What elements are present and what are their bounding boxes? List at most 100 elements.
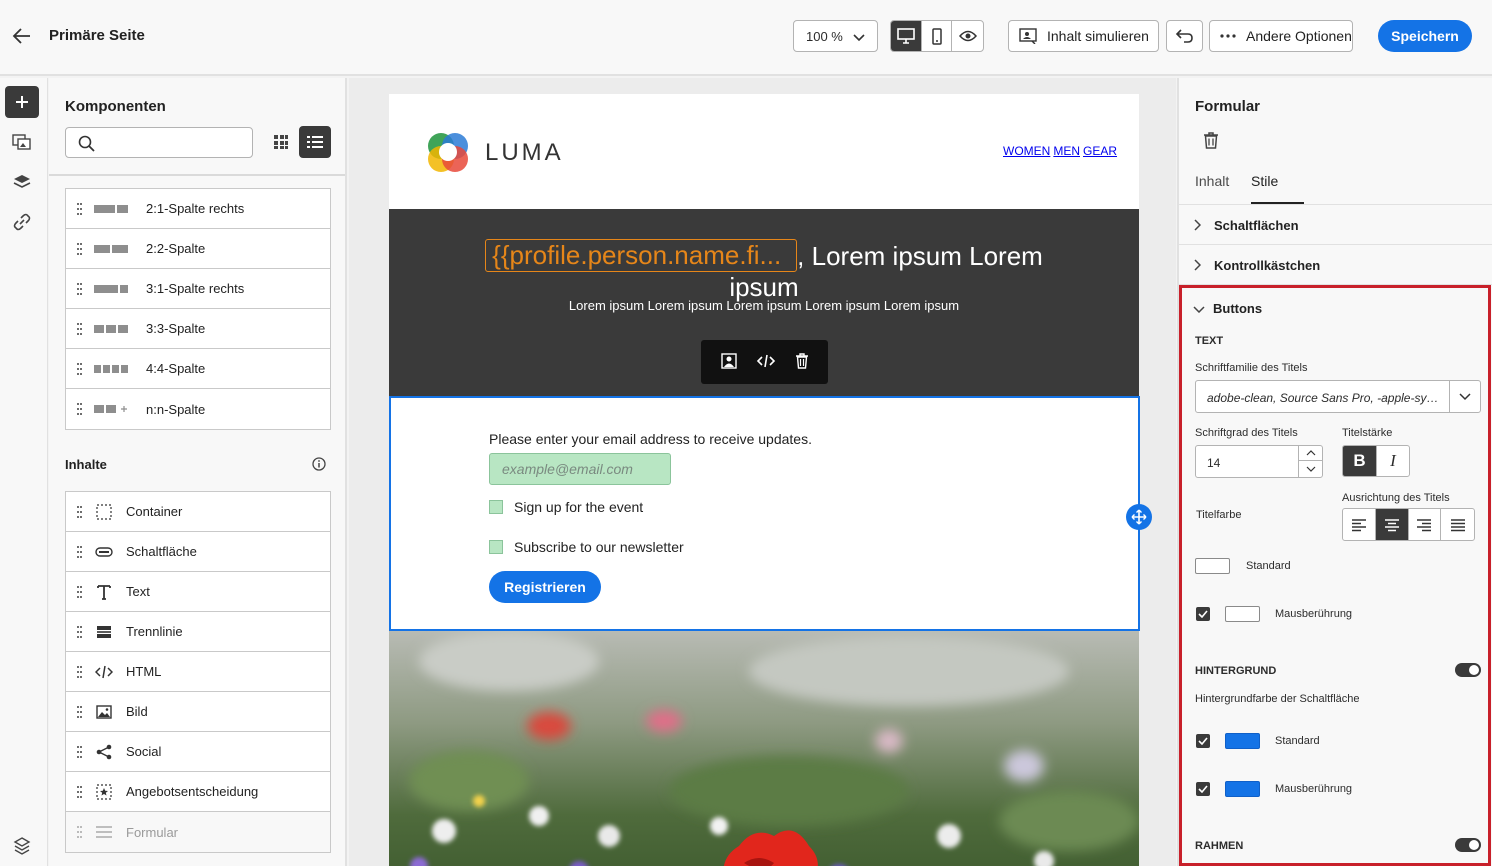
bg-standard-checkbox[interactable] bbox=[1196, 734, 1210, 748]
drag-handle-icon[interactable] bbox=[77, 666, 82, 678]
panel-title: Formular bbox=[1195, 98, 1261, 115]
hover-checkbox[interactable] bbox=[1196, 607, 1210, 621]
personalize-icon[interactable] bbox=[720, 352, 737, 372]
form-icon bbox=[94, 824, 114, 840]
accordion-buttons-2[interactable]: Buttons bbox=[1179, 288, 1492, 328]
component-item[interactable]: HTML bbox=[66, 652, 330, 692]
drag-handle-icon[interactable] bbox=[77, 746, 82, 758]
desktop-view-button[interactable] bbox=[891, 21, 922, 51]
component-item[interactable]: n:n-Spalte bbox=[66, 389, 330, 429]
email-preview: LUMA WOMEN MEN GEAR {{profile.person.name.… bbox=[389, 94, 1152, 866]
trash-icon[interactable] bbox=[1203, 132, 1219, 152]
form-block[interactable]: Please enter your email address to recei… bbox=[389, 396, 1152, 631]
component-item[interactable]: Angebotsentscheidung bbox=[66, 772, 330, 812]
align-justify-icon[interactable] bbox=[1441, 509, 1474, 540]
accordion-buttons-1[interactable]: Schaltflächen bbox=[1179, 205, 1492, 245]
increment-icon[interactable] bbox=[1299, 446, 1322, 461]
bg-color-standard-swatch[interactable] bbox=[1225, 733, 1260, 749]
drag-handle-icon[interactable] bbox=[77, 546, 82, 558]
title-color-hover-swatch[interactable] bbox=[1225, 606, 1260, 622]
drag-handle-icon[interactable] bbox=[77, 626, 82, 638]
zoom-select[interactable]: 100 % bbox=[793, 20, 878, 52]
event-checkbox-row[interactable]: Sign up for the event bbox=[489, 499, 643, 515]
background-toggle[interactable] bbox=[1455, 663, 1481, 677]
drag-handle-icon[interactable] bbox=[77, 786, 82, 798]
bold-button[interactable]: B bbox=[1343, 446, 1376, 476]
flower-image[interactable] bbox=[389, 631, 1139, 866]
bg-hover-checkbox[interactable] bbox=[1196, 782, 1210, 796]
component-item[interactable]: 4:4-Spalte bbox=[66, 349, 330, 389]
component-item[interactable]: Bild bbox=[66, 692, 330, 732]
component-item[interactable]: Trennlinie bbox=[66, 612, 330, 652]
align-right-icon[interactable] bbox=[1409, 509, 1442, 540]
component-item[interactable]: 2:2-Spalte bbox=[66, 229, 330, 269]
add-components-button[interactable] bbox=[5, 86, 39, 118]
more-options-button[interactable]: Andere Optionen bbox=[1209, 20, 1353, 52]
hero-photo bbox=[389, 631, 1139, 866]
checkbox[interactable] bbox=[489, 540, 503, 554]
register-button[interactable]: Registrieren bbox=[489, 571, 601, 603]
component-item[interactable]: Container bbox=[66, 492, 330, 532]
font-size-stepper[interactable]: 14 bbox=[1195, 445, 1323, 478]
email-header[interactable]: LUMA WOMEN MEN GEAR bbox=[389, 94, 1139, 209]
links-button[interactable] bbox=[5, 206, 39, 238]
preview-button[interactable] bbox=[952, 21, 983, 51]
component-item[interactable]: Schaltfläche bbox=[66, 532, 330, 572]
email-field[interactable]: example@email.com bbox=[489, 453, 671, 485]
save-button[interactable]: Speichern bbox=[1378, 20, 1472, 52]
search-input[interactable] bbox=[65, 127, 253, 158]
undo-button[interactable] bbox=[1166, 20, 1203, 52]
nav-link[interactable]: MEN bbox=[1053, 144, 1080, 158]
drag-handle-icon[interactable] bbox=[77, 363, 82, 375]
bottom-layers-button[interactable] bbox=[5, 830, 39, 862]
drag-handle-icon[interactable] bbox=[77, 586, 82, 598]
decrement-icon[interactable] bbox=[1299, 461, 1322, 476]
email-canvas: LUMA WOMEN MEN GEAR {{profile.person.name.… bbox=[349, 78, 1176, 866]
component-item[interactable]: 2:1-Spalte rechts bbox=[66, 189, 330, 229]
drag-handle-icon[interactable] bbox=[77, 323, 82, 335]
back-arrow-icon[interactable] bbox=[10, 24, 36, 48]
nav-link[interactable]: WOMEN bbox=[1003, 144, 1050, 158]
checkbox[interactable] bbox=[489, 500, 503, 514]
accordion-label: Kontrollkästchen bbox=[1214, 258, 1321, 273]
drag-handle-icon[interactable] bbox=[77, 283, 82, 295]
grid-view-button[interactable] bbox=[267, 128, 295, 156]
personalization-token[interactable]: {{profile.person.name.fi... bbox=[485, 239, 798, 272]
bg-color-hover-swatch[interactable] bbox=[1225, 781, 1260, 797]
drag-handle-icon[interactable] bbox=[77, 243, 82, 255]
border-toggle[interactable] bbox=[1455, 838, 1481, 852]
align-center-icon[interactable] bbox=[1375, 509, 1409, 540]
tab-styles[interactable]: Stile bbox=[1251, 173, 1278, 189]
drag-handle-icon[interactable] bbox=[77, 706, 82, 718]
info-icon[interactable] bbox=[312, 457, 326, 474]
component-item[interactable]: Text bbox=[66, 572, 330, 612]
drag-handle-icon[interactable] bbox=[77, 506, 82, 518]
font-family-select[interactable]: adobe-clean, Source Sans Pro, -apple-sys… bbox=[1195, 380, 1481, 413]
nav-link[interactable]: GEAR bbox=[1083, 144, 1117, 158]
title-color-standard-swatch[interactable] bbox=[1195, 558, 1230, 574]
chevron-down-icon[interactable] bbox=[1449, 381, 1480, 412]
align-left-icon[interactable] bbox=[1343, 509, 1376, 540]
eye-icon bbox=[958, 30, 977, 42]
newsletter-checkbox-row[interactable]: Subscribe to our newsletter bbox=[489, 539, 684, 555]
assets-button[interactable] bbox=[5, 126, 39, 158]
list-view-button[interactable] bbox=[299, 126, 331, 158]
title-color-label: Titelfarbe bbox=[1196, 509, 1242, 521]
hero-block[interactable]: {{profile.person.name.fi..., Lorem ipsum… bbox=[389, 209, 1139, 396]
layers-button[interactable] bbox=[5, 166, 39, 198]
code-icon[interactable] bbox=[756, 354, 776, 371]
mobile-view-button[interactable] bbox=[922, 21, 953, 51]
drag-handle-icon[interactable] bbox=[77, 403, 82, 415]
accordion-checkboxes[interactable]: Kontrollkästchen bbox=[1179, 245, 1492, 285]
chevron-down-icon bbox=[1193, 301, 1205, 316]
delete-icon[interactable] bbox=[795, 352, 809, 372]
move-icon[interactable] bbox=[1126, 504, 1152, 530]
italic-button[interactable]: I bbox=[1375, 446, 1409, 476]
simulate-content-button[interactable]: Inhalt simulieren bbox=[1008, 20, 1159, 52]
component-item[interactable]: Social bbox=[66, 732, 330, 772]
three-one-column-icon bbox=[94, 281, 130, 297]
component-item[interactable]: 3:1-Spalte rechts bbox=[66, 269, 330, 309]
component-item[interactable]: 3:3-Spalte bbox=[66, 309, 330, 349]
tab-content[interactable]: Inhalt bbox=[1195, 173, 1229, 189]
drag-handle-icon[interactable] bbox=[77, 203, 82, 215]
